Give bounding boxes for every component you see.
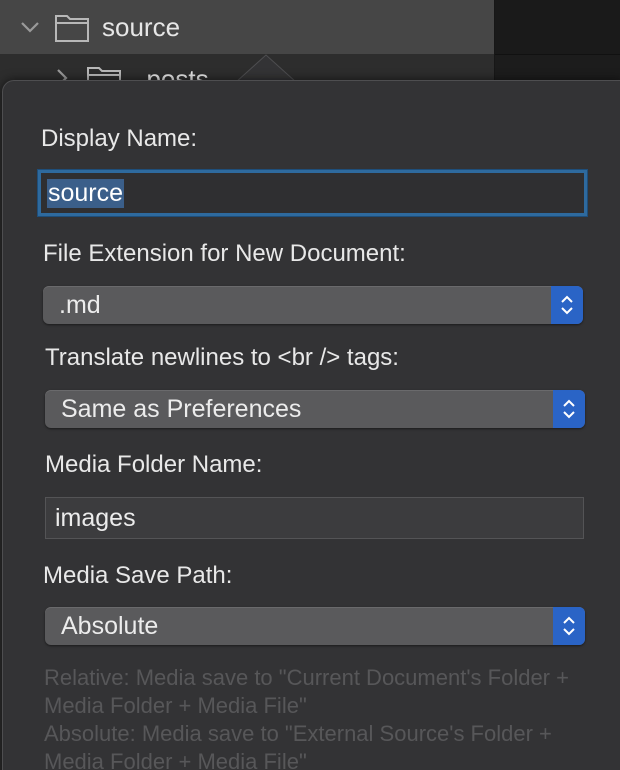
file-extension-value: .md (59, 290, 101, 319)
media-save-path-select[interactable]: Absolute (45, 607, 585, 645)
display-name-label: Display Name: (41, 125, 198, 152)
hint-absolute: Absolute: Media save to "External Source… (44, 721, 552, 770)
folder-icon (55, 15, 89, 42)
up-down-chevron-icon[interactable] (553, 390, 585, 428)
file-extension-select[interactable]: .md (43, 286, 583, 324)
up-down-chevron-icon[interactable] (551, 286, 583, 324)
media-folder-label: Media Folder Name: (45, 451, 263, 478)
media-save-path-value: Absolute (61, 611, 159, 640)
display-name-value: source (47, 178, 125, 208)
popover-arrow (236, 54, 296, 82)
sidebar-item-source[interactable]: source (0, 0, 494, 54)
translate-newlines-select[interactable]: Same as Preferences (45, 390, 585, 428)
media-save-path-hint: Relative: Media save to "Current Documen… (44, 664, 604, 770)
file-extension-label: File Extension for New Document: (43, 240, 406, 267)
translate-newlines-label: Translate newlines to <br /> tags: (45, 344, 399, 371)
up-down-chevron-icon[interactable] (553, 607, 585, 645)
chevron-down-icon[interactable] (18, 15, 42, 39)
display-name-field[interactable]: source (38, 170, 587, 216)
media-save-path-label: Media Save Path: (43, 562, 233, 589)
sidebar-item-label: source (102, 12, 181, 42)
translate-newlines-value: Same as Preferences (61, 394, 302, 423)
hint-relative: Relative: Media save to "Current Documen… (44, 665, 569, 718)
media-folder-field[interactable]: images (45, 497, 584, 539)
app-window: source _posts Display Name: source File … (0, 0, 620, 770)
media-folder-value: images (55, 503, 136, 532)
editor-header (495, 0, 620, 55)
